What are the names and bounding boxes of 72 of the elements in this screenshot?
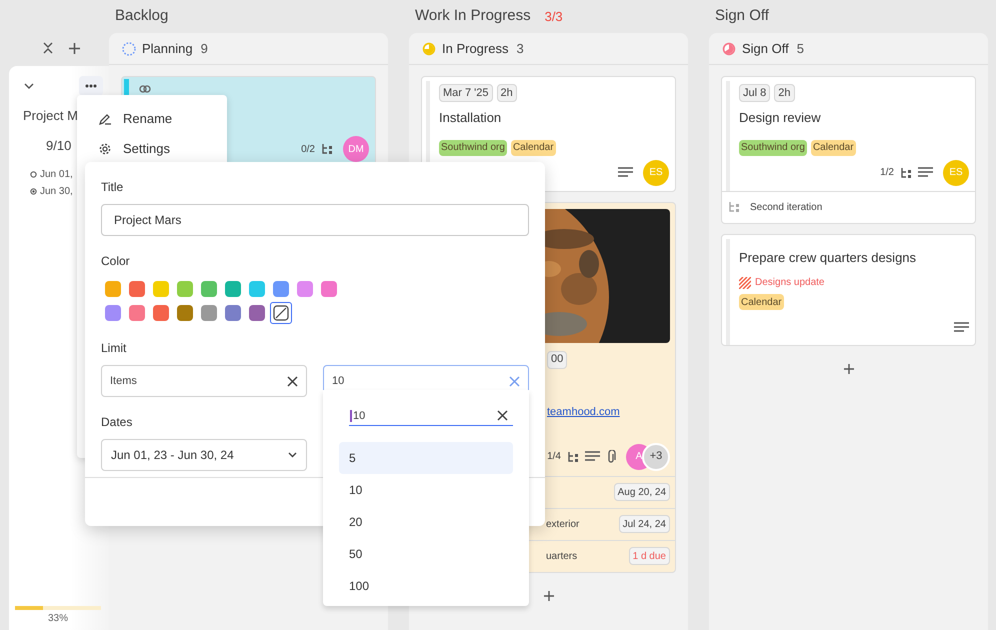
chevron-down-icon[interactable] <box>24 83 34 89</box>
column-title: Planning <box>142 40 193 58</box>
more-avatars[interactable]: +3 <box>642 442 670 470</box>
column-count: 9 <box>200 40 208 58</box>
due-chip: Aug 20, 24 <box>614 483 670 501</box>
end-date-icon <box>30 188 37 195</box>
dotted-circle-icon <box>122 42 136 56</box>
start-date-icon <box>30 171 37 178</box>
item-count: 9/10 <box>46 136 72 154</box>
search-field[interactable]: 10 <box>349 406 513 426</box>
risk-label: Designs update <box>755 276 824 290</box>
tag: Calendar <box>810 140 856 156</box>
subtask-count: 0/2 <box>301 142 315 156</box>
subtask-title[interactable]: Second iteration <box>750 200 822 214</box>
settings-icon <box>99 143 111 155</box>
tag: Calendar <box>510 140 556 156</box>
limit-type-select[interactable]: Items <box>101 365 307 397</box>
add-icon[interactable] <box>69 43 80 54</box>
title-field[interactable]: Project Mars <box>101 204 529 236</box>
date-chip: 2h <box>496 84 517 102</box>
close-icon[interactable] <box>497 410 508 421</box>
clock-icon <box>422 42 436 56</box>
avatar: ES <box>943 160 969 186</box>
dropdown-option[interactable]: 5 <box>339 442 513 474</box>
no-color-swatch[interactable] <box>269 301 293 325</box>
date-chip: 2h <box>774 84 794 102</box>
collapse-icon[interactable] <box>43 42 53 54</box>
due-chip: Jul 24, 24 <box>618 515 670 533</box>
lane-title: Work In Progress <box>415 6 531 26</box>
start-date: Jun 01, <box>40 168 73 182</box>
date-chip: 00 <box>547 350 568 368</box>
add-icon[interactable] <box>544 590 554 600</box>
column-title: Sign Off <box>742 40 789 58</box>
more-icon[interactable] <box>85 84 97 88</box>
project-title: Project M <box>23 107 78 125</box>
tag: Southwind org <box>739 140 807 156</box>
card-title[interactable]: Installation <box>439 108 669 128</box>
tag: Calendar <box>739 294 784 310</box>
subtask-icon <box>567 450 579 462</box>
subtask-count: 1/4 <box>547 450 561 464</box>
tag: Southwind org <box>439 140 507 156</box>
card[interactable]: Prepare crew quarters designs Designs update Calendar <box>721 234 976 346</box>
pie-icon <box>722 42 736 56</box>
lane-title: Backlog <box>115 6 168 26</box>
chevron-down-icon <box>288 452 297 458</box>
date-chip: Jul 8 <box>739 84 770 102</box>
column-count: 5 <box>796 40 804 58</box>
add-icon[interactable] <box>844 364 854 374</box>
date-chip: Mar 7 '25 <box>439 84 493 102</box>
card-title[interactable]: Design review <box>739 108 969 128</box>
subtask-icon <box>900 166 912 178</box>
column-count: 3 <box>516 40 524 58</box>
pencil-icon <box>99 113 111 125</box>
wip-limit: 3/3 <box>544 8 563 26</box>
subtask-title[interactable]: uarters <box>546 548 578 564</box>
card-title[interactable]: Prepare crew quarters designs <box>739 248 969 267</box>
close-icon[interactable] <box>287 376 298 386</box>
subtask-title[interactable]: exterior <box>546 516 580 532</box>
dates-select[interactable]: Jun 01, 23 - Jun 30, 24 <box>101 439 307 471</box>
avatar: DM <box>343 136 369 162</box>
subtask-icon <box>321 143 333 155</box>
progress-label: 33% <box>48 612 68 626</box>
end-date: Jun 30, <box>40 185 73 199</box>
due-chip: 1 d due <box>628 547 670 565</box>
link[interactable]: teamhood.com <box>547 406 620 418</box>
striped-flag-icon <box>739 276 751 288</box>
subtask-count: 1/2 <box>880 166 894 180</box>
card[interactable]: Jul 8 2h Design review Southwind org Calendar 1/2 ES Second iteration <box>721 76 976 224</box>
column-title: In Progress <box>442 40 508 58</box>
dropdown-option[interactable]: 100 <box>339 570 513 602</box>
avatar: ES <box>643 160 669 186</box>
lane-title: Sign Off <box>715 6 769 26</box>
